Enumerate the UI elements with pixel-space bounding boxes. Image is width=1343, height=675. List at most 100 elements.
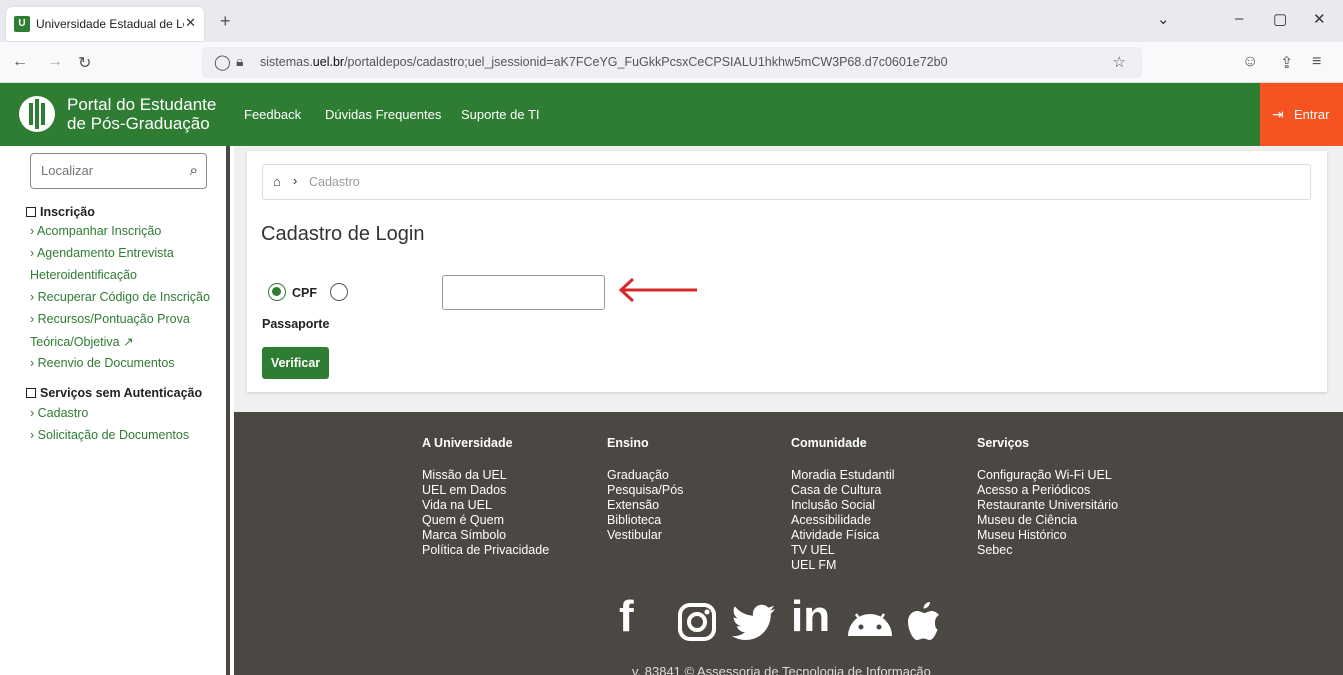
nav-faq[interactable]: Dúvidas Frequentes — [325, 107, 441, 122]
brand-title[interactable]: Portal do Estudante — [67, 95, 216, 115]
footer-link[interactable]: Museu de Ciência — [977, 513, 1118, 528]
footer-link[interactable]: TV UEL — [791, 543, 895, 558]
reload-icon[interactable]: ↻ — [78, 53, 91, 73]
account-icon[interactable]: ☺ — [1242, 53, 1258, 71]
apple-icon[interactable] — [906, 600, 942, 642]
address-bar[interactable]: ◯ 🔒︎ sistemas.uel.br/portaldepos/cadastr… — [202, 47, 1142, 78]
footer-heading: Comunidade — [791, 436, 867, 450]
search-icon[interactable]: ⌕ — [190, 162, 198, 179]
breadcrumb: ⌂ › Cadastro — [262, 164, 1311, 200]
radio-passaporte-label[interactable]: Passaporte — [262, 317, 329, 331]
footer-link[interactable]: Biblioteca — [607, 513, 683, 528]
footer-col-ensino: Ensino Graduação Pesquisa/Pós Extensão B… — [607, 436, 683, 543]
footer-link[interactable]: Missão da UEL — [422, 468, 549, 483]
footer-col-comunidade: Comunidade Moradia Estudantil Casa de Cu… — [791, 436, 895, 573]
footer-col-servicos: Serviços Configuração Wi-Fi UEL Acesso a… — [977, 436, 1118, 558]
footer-link[interactable]: UEL em Dados — [422, 483, 549, 498]
sidebar-item-recursos-cont[interactable]: Teórica/Objetiva ↗ — [30, 334, 134, 349]
footer-link[interactable]: Vida na UEL — [422, 498, 549, 513]
nav-it-support[interactable]: Suporte de TI — [461, 107, 540, 122]
footer-link[interactable]: Casa de Cultura — [791, 483, 895, 498]
login-card: ⌂ › Cadastro Cadastro de Login CPF Passa… — [247, 151, 1327, 392]
sidebar-item-agendamento[interactable]: › Agendamento Entrevista — [30, 246, 174, 260]
brand-subtitle[interactable]: de Pós-Graduação — [67, 114, 210, 134]
app-header: Portal do Estudante de Pós-Graduação Fee… — [0, 83, 1343, 146]
footer-link[interactable]: Graduação — [607, 468, 683, 483]
shield-icon[interactable]: ◯ — [214, 53, 231, 71]
footer: A Universidade Missão da UEL UEL em Dado… — [234, 412, 1343, 675]
browser-tab[interactable]: U Universidade Estadual de Londri ✕ — [6, 7, 204, 41]
search-input[interactable] — [41, 163, 171, 178]
footer-link[interactable]: Vestibular — [607, 528, 683, 543]
breadcrumb-current: Cadastro — [309, 175, 360, 189]
instagram-icon[interactable] — [677, 602, 717, 642]
sidebar-item-solicitacao[interactable]: › Solicitação de Documentos — [30, 428, 189, 442]
footer-heading: A Universidade — [422, 436, 513, 450]
footer-link[interactable]: Quem é Quem — [422, 513, 549, 528]
footer-col-universidade: A Universidade Missão da UEL UEL em Dado… — [422, 436, 549, 558]
page-title: Cadastro de Login — [261, 223, 425, 245]
footer-link[interactable]: Inclusão Social — [791, 498, 895, 513]
footer-link[interactable]: Pesquisa/Pós — [607, 483, 683, 498]
sidebar-item-reenvio[interactable]: › Reenvio de Documentos — [30, 356, 175, 370]
footer-link[interactable]: Acessibilidade — [791, 513, 895, 528]
android-icon[interactable] — [846, 610, 894, 638]
extensions-icon[interactable]: ⇪ — [1280, 53, 1293, 73]
tab-title: Universidade Estadual de Londri — [36, 17, 184, 31]
lock-icon[interactable]: 🔒︎ — [236, 53, 243, 70]
document-number-input[interactable] — [442, 275, 605, 310]
tab-list-chevron-icon[interactable]: ⌄ — [1157, 10, 1170, 28]
footer-link[interactable]: Extensão — [607, 498, 683, 513]
browser-nav-bar: ← → ↻ ◯ 🔒︎ sistemas.uel.br/portaldepos/c… — [0, 42, 1343, 83]
verify-button[interactable]: Verificar — [262, 347, 329, 379]
bookmark-star-icon[interactable]: ☆ — [1113, 53, 1126, 71]
footer-link[interactable]: Política de Privacidade — [422, 543, 549, 558]
footer-link[interactable]: Marca Símbolo — [422, 528, 549, 543]
sidebar-item-recursos[interactable]: › Recursos/Pontuação Prova — [30, 312, 190, 326]
collapse-icon — [26, 207, 36, 217]
sign-in-icon: ⇥ — [1272, 106, 1284, 122]
url-text[interactable]: sistemas.uel.br/portaldepos/cadastro;uel… — [260, 55, 948, 69]
restore-icon[interactable]: ▢ — [1273, 10, 1287, 28]
footer-link[interactable]: Atividade Física — [791, 528, 895, 543]
footer-link[interactable]: Sebec — [977, 543, 1118, 558]
minimize-icon[interactable]: – — [1235, 10, 1243, 27]
sidebar-item-agendamento-cont[interactable]: Heteroidentificação — [30, 268, 137, 282]
version-text: v. 83841 © Assessoria de Tecnologia de I… — [632, 664, 931, 675]
sidebar: ⌕ Inscrição › Acompanhar Inscrição › Age… — [11, 146, 230, 675]
footer-heading: Serviços — [977, 436, 1030, 450]
footer-link[interactable]: Moradia Estudantil — [791, 468, 895, 483]
menu-icon[interactable]: ≡ — [1312, 53, 1321, 71]
linkedin-icon[interactable]: in — [791, 592, 830, 642]
footer-link[interactable]: Restaurante Universitário — [977, 498, 1118, 513]
red-arrow-annotation-icon — [618, 277, 697, 303]
radio-cpf-label[interactable]: CPF — [292, 286, 317, 300]
section-servicos[interactable]: Serviços sem Autenticação — [26, 386, 202, 400]
footer-link[interactable]: Museu Histórico — [977, 528, 1118, 543]
footer-heading: Ensino — [607, 436, 649, 450]
radio-passaporte[interactable] — [330, 283, 348, 301]
tab-close-icon[interactable]: ✕ — [185, 15, 196, 31]
back-icon[interactable]: ← — [12, 53, 28, 71]
login-label: Entrar — [1294, 107, 1330, 122]
radio-cpf[interactable] — [268, 283, 286, 301]
forward-icon[interactable]: → — [47, 53, 63, 71]
close-window-icon[interactable]: ✕ — [1313, 10, 1326, 28]
new-tab-icon[interactable]: + — [220, 11, 231, 32]
uel-favicon-icon: U — [14, 16, 30, 32]
footer-link[interactable]: Configuração Wi-Fi UEL — [977, 468, 1118, 483]
facebook-icon[interactable]: f — [619, 592, 634, 642]
nav-feedback[interactable]: Feedback — [244, 107, 301, 122]
login-button[interactable]: ⇥ Entrar — [1260, 83, 1343, 146]
footer-link[interactable]: Acesso a Periódicos — [977, 483, 1118, 498]
home-icon[interactable]: ⌂ — [273, 174, 281, 189]
sidebar-item-acompanhar[interactable]: › Acompanhar Inscrição — [30, 224, 161, 238]
section-inscricao[interactable]: Inscrição — [26, 205, 95, 219]
sidebar-item-recuperar[interactable]: › Recuperar Código de Inscrição — [30, 290, 210, 304]
sidebar-search[interactable]: ⌕ — [30, 153, 207, 189]
footer-link[interactable]: UEL FM — [791, 558, 895, 573]
sidebar-item-cadastro[interactable]: › Cadastro — [30, 406, 88, 420]
browser-tab-bar: U Universidade Estadual de Londri ✕ + ⌄ … — [0, 0, 1343, 42]
twitter-icon[interactable] — [731, 604, 777, 642]
external-link-icon: ↗ — [123, 335, 134, 349]
